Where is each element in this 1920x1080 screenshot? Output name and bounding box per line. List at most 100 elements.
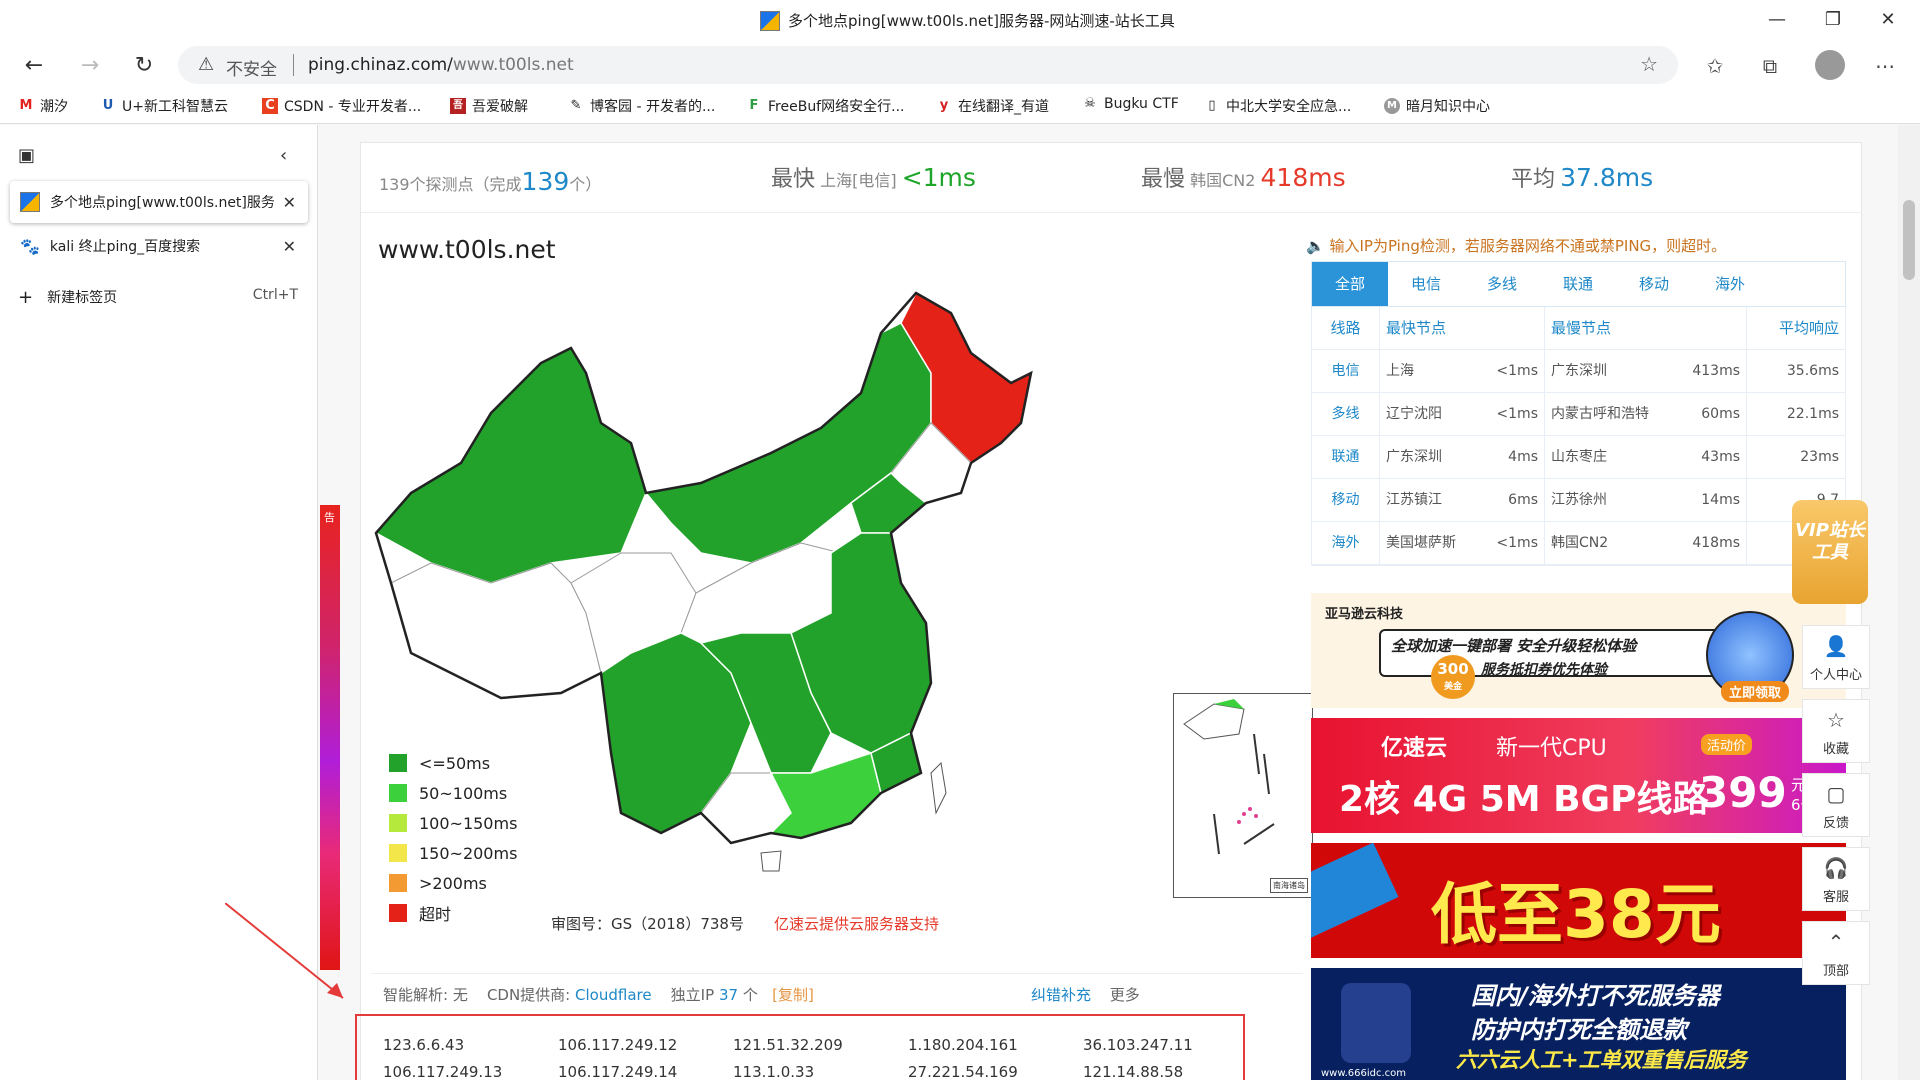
bookmark-item[interactable]: ▯ 中北大学安全应急...	[1204, 96, 1351, 116]
close-tab-icon[interactable]: ✕	[283, 237, 296, 256]
cloud-provider-note[interactable]: 亿速云提供云服务器支持	[774, 915, 939, 933]
insecure-label[interactable]: 不安全	[226, 55, 277, 80]
bookmark-item[interactable]: y 在线翻译_有道	[936, 96, 1049, 116]
bookmark-label: 潮汐	[40, 99, 68, 115]
slow-ms: 418ms	[1692, 534, 1740, 551]
bookmark-item[interactable]: U U+新工科智慧云	[100, 96, 228, 116]
window-title-text: 多个地点ping[www.t00ls.net]服务器-网站测速-站长工具	[788, 12, 1175, 30]
report-error-link[interactable]: 纠错补充	[1031, 986, 1091, 1004]
slow-node: 山东枣庄	[1551, 448, 1607, 465]
fast-node: 广东深圳	[1386, 448, 1442, 465]
ip-address: 113.1.0.33	[733, 1063, 815, 1080]
cdn-label: CDN提供商:	[486, 986, 571, 1004]
ad-aws-banner[interactable]: 亚马逊云科技 全球加速一键部署 安全升级轻松体验 服务抵扣券优先体验 300 美金…	[1311, 593, 1846, 708]
collections-icon[interactable]: ⧉	[1755, 52, 1785, 80]
address-bar[interactable]: ⚠ 不安全 ping.chinaz.com/www.t00ls.net ☆	[178, 46, 1678, 84]
ad-robot-icon	[1341, 983, 1411, 1063]
maximize-button[interactable]: ❐	[1813, 6, 1853, 34]
bookmark-icon: ✎	[570, 98, 582, 113]
slow-ms: 43ms	[1701, 448, 1740, 465]
more-menu-icon[interactable]: ⋯	[1870, 52, 1900, 80]
smart-resolve-label: 智能解析:	[383, 986, 449, 1004]
tab-unicom[interactable]: 联通	[1540, 262, 1616, 306]
region-hainan	[760, 850, 782, 872]
cell-line[interactable]: 海外	[1312, 521, 1380, 565]
ad-main-text: 2核 4G 5M BGP线路	[1339, 779, 1709, 820]
tab-ping-chinaz[interactable]: 多个地点ping[www.t00ls.net]服务 ✕	[10, 181, 308, 223]
region-tibet	[390, 562, 602, 699]
tab-mobile[interactable]: 移动	[1616, 262, 1692, 306]
copy-ips-button[interactable]: [复制]	[772, 986, 814, 1004]
favorites-icon[interactable]: ✩	[1700, 52, 1730, 80]
more-link[interactable]: 更多	[1110, 986, 1140, 1004]
cell-fastest: 辽宁沈阳 <1ms	[1380, 392, 1545, 436]
bookmark-item[interactable]: M 暗月知识中心	[1384, 96, 1490, 116]
favorite-button[interactable]: ☆ 收藏	[1802, 699, 1870, 763]
slowest-label: 最慢	[1141, 167, 1186, 192]
ad-cta-button[interactable]: 立即领取	[1721, 681, 1790, 702]
fastest-label: 最快	[771, 167, 816, 192]
page-scrollbar[interactable]	[1898, 125, 1920, 1080]
legend-item: 超时	[389, 898, 517, 928]
feedback-label: 反馈	[1822, 816, 1849, 831]
ip-address: 106.117.249.14	[558, 1063, 678, 1080]
side-ad-strip[interactable]: 告	[320, 505, 340, 970]
slow-node: 广东深圳	[1551, 362, 1607, 379]
ad-666idc[interactable]: 国内/海外打不死服务器 防护内打死全额退款 六六云人工+工单双重售后服务 www…	[1311, 968, 1846, 1080]
ip-address: 121.14.88.58	[1083, 1063, 1184, 1080]
tab-actions-icon[interactable]: ▣	[18, 145, 35, 166]
average-stat: 平均 37.8ms	[1511, 161, 1653, 193]
cell-slowest: 内蒙古呼和浩特 60ms	[1545, 392, 1747, 436]
bookmark-item[interactable]: ☠ Bugku CTF	[1082, 96, 1179, 112]
cell-avg: 23ms	[1800, 448, 1839, 465]
smart-resolve-value: 无	[452, 986, 468, 1004]
bookmark-item[interactable]: F FreeBuf网络安全行...	[746, 96, 905, 116]
bookmark-item[interactable]: C CSDN - 专业开发者...	[262, 96, 421, 116]
profile-avatar[interactable]	[1815, 50, 1845, 80]
bookmark-item[interactable]: 吾吾爱破解	[450, 96, 528, 116]
ping-notice: 🔈 输入IP为Ping检测，若服务器网络不通或禁PING，则超时。	[1306, 235, 1726, 256]
customer-service-button[interactable]: 🎧 客服	[1802, 847, 1870, 911]
ad-yisu-cpu[interactable]: 亿速云 新一代CPU 活动价 2核 4G 5M BGP线路 399 元 6个	[1311, 718, 1846, 833]
tab-overseas[interactable]: 海外	[1692, 262, 1768, 306]
ad-low-price[interactable]: 低至38元	[1311, 843, 1846, 958]
user-center-button[interactable]: 👤 个人中心	[1802, 625, 1870, 689]
warning-triangle-icon[interactable]: ⚠	[198, 54, 214, 75]
site-favicon-icon	[20, 192, 40, 212]
legend-label: 超时	[419, 905, 452, 924]
bookmark-icon: ▯	[1208, 98, 1216, 113]
collapse-sidebar-icon[interactable]: ‹	[280, 145, 287, 166]
add-favorite-icon[interactable]: ☆	[1640, 52, 1658, 76]
feedback-button[interactable]: ▢ 反馈	[1802, 773, 1870, 837]
close-tab-icon[interactable]: ✕	[283, 193, 296, 212]
tab-all[interactable]: 全部	[1312, 262, 1388, 306]
forward-arrow-icon[interactable]: →	[74, 50, 106, 82]
ad-tag: 新一代CPU	[1496, 736, 1607, 761]
minimize-button-main[interactable]: —	[1757, 6, 1797, 34]
cell-line[interactable]: 联通	[1312, 435, 1380, 479]
dns-info-line: 智能解析: 无 CDN提供商: Cloudflare 独立IP 37 个 [复制…	[383, 984, 814, 1005]
cdn-provider[interactable]: Cloudflare	[575, 986, 652, 1004]
bookmark-icon: M	[1384, 98, 1400, 114]
bookmark-icon: ☠	[1084, 96, 1096, 111]
bookmark-item[interactable]: ✎ 博客园 - 开发者的...	[568, 96, 716, 116]
tab-multiline[interactable]: 多线	[1464, 262, 1540, 306]
new-tab-button[interactable]: + 新建标签页 Ctrl+T	[18, 287, 298, 308]
tab-baidu-search[interactable]: 🐾 kali 终止ping_百度搜索 ✕	[10, 225, 308, 267]
back-arrow-icon[interactable]: ←	[18, 50, 50, 82]
scrollbar-thumb[interactable]	[1903, 200, 1915, 280]
tab-telecom[interactable]: 电信	[1388, 262, 1464, 306]
vip-badge[interactable]: VIP站长工具	[1792, 500, 1876, 610]
url-text[interactable]: ping.chinaz.com/www.t00ls.net	[308, 55, 574, 75]
cell-line[interactable]: 移动	[1312, 478, 1380, 522]
cell-line[interactable]: 电信	[1312, 349, 1380, 393]
avg-label: 平均	[1511, 167, 1556, 192]
refresh-icon[interactable]: ↻	[128, 50, 160, 82]
fastest-loc: 上海[电信]	[820, 171, 897, 190]
back-to-top-button[interactable]: ⌃ 顶部	[1802, 921, 1870, 985]
fast-node: 上海	[1386, 362, 1414, 379]
close-window-button[interactable]: ✕	[1868, 6, 1908, 34]
feedback-icon: ▢	[1826, 782, 1846, 806]
bookmark-item[interactable]: M 潮汐	[18, 96, 68, 116]
cell-line[interactable]: 多线	[1312, 392, 1380, 436]
